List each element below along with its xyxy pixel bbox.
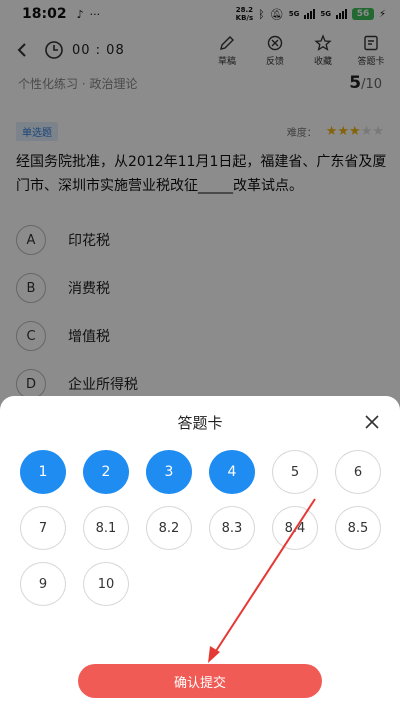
answer-number-8-2[interactable]: 8.2: [146, 506, 192, 550]
answer-number-8-3[interactable]: 8.3: [209, 506, 255, 550]
answer-number-6[interactable]: 6: [335, 450, 381, 494]
answer-sheet-title: 答题卡: [177, 414, 223, 432]
answer-sheet-panel: 答题卡 1 2 3 4 5 6 7 8.1 8.2 8.3 8.4 8.5 9 10 确认提交: [0, 396, 400, 711]
answer-number-1[interactable]: 1: [20, 450, 66, 494]
answer-number-8-5[interactable]: 8.5: [335, 506, 381, 550]
answer-number-grid: 1 2 3 4 5 6 7 8.1 8.2 8.3 8.4 8.5 9 10: [20, 450, 381, 606]
close-button[interactable]: [362, 412, 382, 432]
answer-number-8-4[interactable]: 8.4: [272, 506, 318, 550]
answer-number-10[interactable]: 10: [83, 562, 129, 606]
answer-number-3[interactable]: 3: [146, 450, 192, 494]
answer-number-5[interactable]: 5: [272, 450, 318, 494]
answer-number-2[interactable]: 2: [83, 450, 129, 494]
answer-number-9[interactable]: 9: [20, 562, 66, 606]
confirm-submit-button[interactable]: 确认提交: [78, 664, 322, 698]
answer-number-7[interactable]: 7: [20, 506, 66, 550]
answer-number-8-1[interactable]: 8.1: [83, 506, 129, 550]
answer-number-4[interactable]: 4: [209, 450, 255, 494]
close-icon: [365, 415, 379, 429]
